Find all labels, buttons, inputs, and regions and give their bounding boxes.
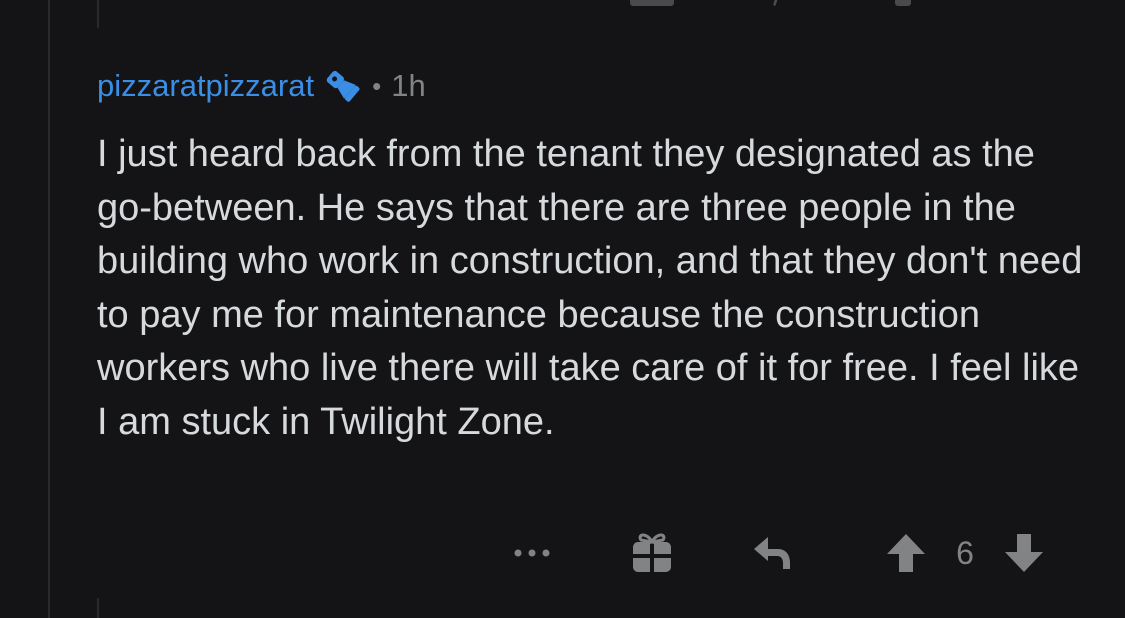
upvote-arrow-icon[interactable]	[882, 525, 930, 581]
previous-upvote-icon[interactable]	[895, 0, 911, 6]
more-dots-icon[interactable]	[508, 525, 556, 581]
comment-body: I just heard back from the tenant they d…	[97, 133, 1083, 443]
meta-separator: •	[372, 70, 382, 101]
reply-icon[interactable]	[746, 525, 798, 581]
username-link[interactable]: pizzaratpizzarat	[97, 68, 314, 104]
vote-count: 6	[956, 534, 974, 571]
flashlight-icon	[322, 65, 364, 107]
thread-line-bottom	[97, 598, 99, 618]
previous-downvote-icon[interactable]	[1020, 0, 1038, 6]
previous-reply-icon[interactable]	[772, 0, 797, 6]
comment-action-bar: 6	[0, 525, 1125, 581]
comment-meta: pizzaratpizzarat • 1h	[97, 62, 1097, 110]
gift-icon[interactable]	[626, 525, 678, 581]
previous-award-icon[interactable]	[630, 0, 674, 6]
downvote-arrow-icon[interactable]	[1000, 525, 1048, 581]
comment-timestamp: 1h	[391, 68, 426, 103]
comment: pizzaratpizzarat • 1h I just heard back …	[97, 62, 1097, 449]
thread-line-top	[97, 0, 99, 28]
